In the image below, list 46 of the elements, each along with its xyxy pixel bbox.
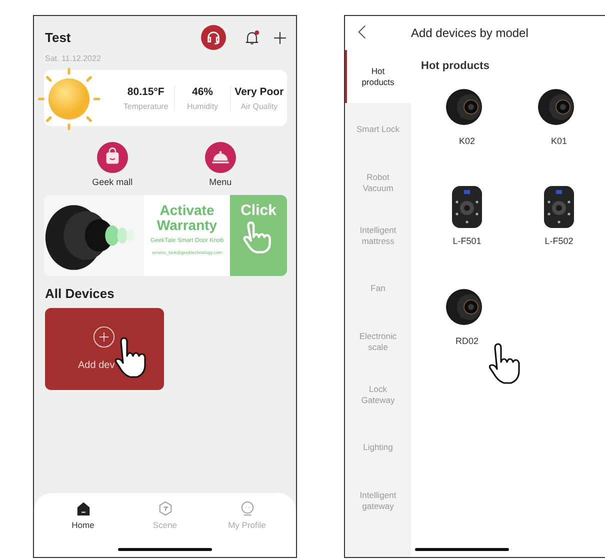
shortcut-label[interactable]: Menu xyxy=(209,177,232,187)
product-name[interactable]: L-F501 xyxy=(452,236,482,246)
hexagon-icon xyxy=(158,501,172,516)
category-item[interactable]: Smart Lock xyxy=(345,103,411,156)
category-item[interactable]: Hot products xyxy=(345,50,411,103)
product-name[interactable]: K02 xyxy=(458,136,475,146)
add-icon xyxy=(93,326,115,348)
weather-label: Air Quality xyxy=(240,102,278,110)
category-item[interactable]: Lighting xyxy=(345,421,411,474)
tab[interactable]: My Profile xyxy=(212,501,282,557)
weather-label: Humidity xyxy=(186,102,218,110)
category-item[interactable]: Intelligent gateway xyxy=(345,474,411,527)
shopping-bag-icon[interactable] xyxy=(96,142,128,173)
sun-icon xyxy=(36,66,102,132)
product-name[interactable]: L-F502 xyxy=(544,236,574,246)
click-text: Click xyxy=(240,202,276,219)
section-title: Hot products xyxy=(421,60,490,72)
category-item[interactable]: Electronic scale xyxy=(345,315,411,368)
category-item[interactable]: Robot Vacuum xyxy=(345,156,411,209)
tab[interactable]: Scene xyxy=(130,501,200,557)
click-panel[interactable]: Click xyxy=(230,195,287,276)
back-icon[interactable] xyxy=(358,25,366,39)
weather-value: 46% xyxy=(192,86,214,98)
category-item[interactable]: Fan xyxy=(345,262,411,315)
date-text: Sat. 11.12.2022 xyxy=(44,53,102,63)
product-name[interactable]: K01 xyxy=(550,136,567,146)
tab[interactable]: Home xyxy=(48,501,118,557)
page-title: Add devices by model xyxy=(411,26,528,40)
category-item[interactable]: Intelligent mattress xyxy=(345,209,411,262)
headset-icon[interactable] xyxy=(201,25,226,50)
weather-value: Very Poor xyxy=(234,86,284,98)
product-name[interactable]: RD02 xyxy=(455,336,478,346)
weather-value: 80.15°F xyxy=(127,86,164,98)
banner-title: Activate Warranty xyxy=(156,203,218,233)
bell-icon[interactable] xyxy=(244,30,260,46)
shortcut-label[interactable]: Geek mall xyxy=(92,177,133,187)
home-title: Test xyxy=(45,30,71,45)
cloche-icon[interactable] xyxy=(204,142,236,173)
category-item[interactable]: Lock Gateway xyxy=(345,368,411,421)
add-icon[interactable] xyxy=(274,32,286,44)
home-icon xyxy=(76,501,90,516)
add-device-label: Add dev xyxy=(78,360,115,371)
section-title: All Devices xyxy=(44,285,116,301)
add-device-tile[interactable]: Add dev xyxy=(45,308,164,390)
weather-label: Temperature xyxy=(123,102,168,110)
face-icon xyxy=(240,501,254,516)
